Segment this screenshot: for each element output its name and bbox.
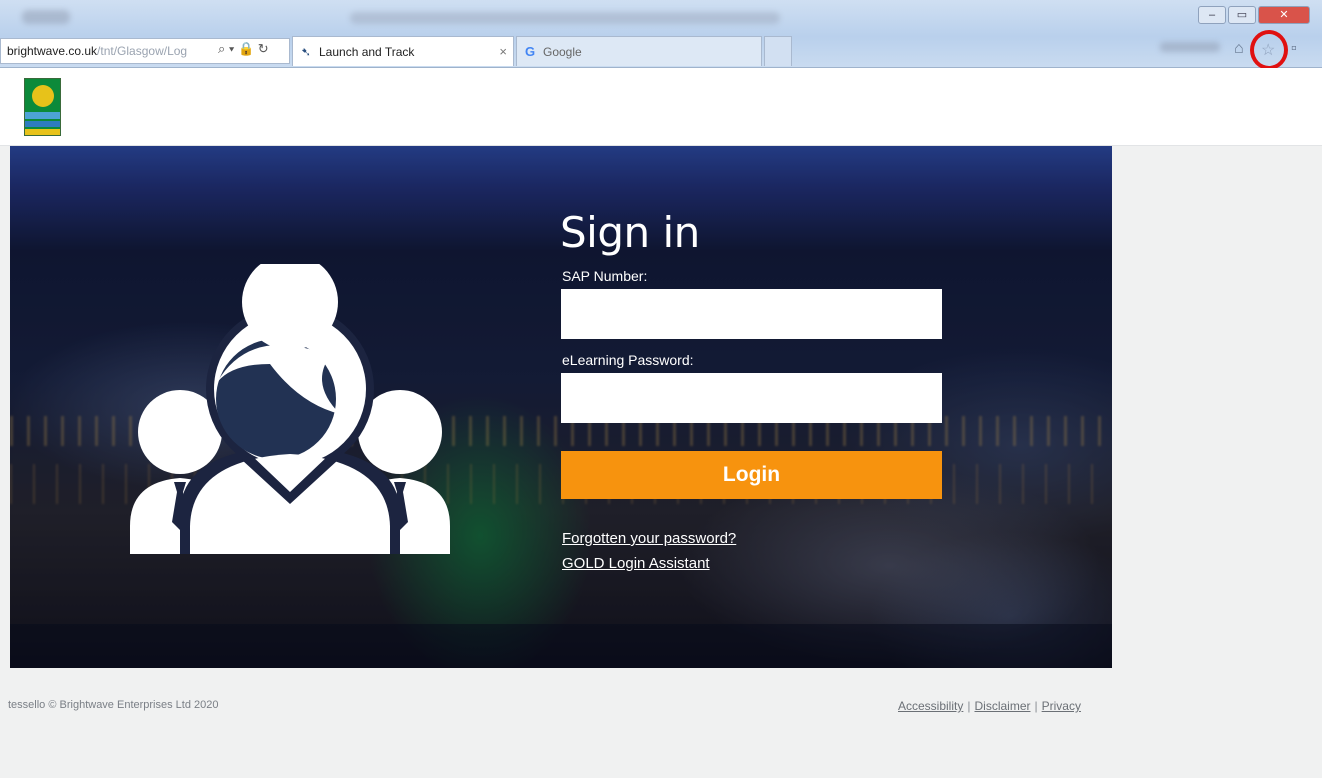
site-header: [0, 68, 1322, 146]
login-hero: Sign in SAP Number: eLearning Password: …: [10, 146, 1112, 668]
maximize-button[interactable]: ▭: [1228, 6, 1256, 24]
tab-launch-and-track[interactable]: ➷ Launch and Track ×: [292, 36, 514, 66]
footer-copyright: tessello © Brightwave Enterprises Ltd 20…: [8, 699, 219, 711]
sap-number-field[interactable]: [561, 289, 942, 339]
footer-separator: |: [1034, 699, 1038, 713]
gear-icon[interactable]: ▫: [1291, 40, 1297, 58]
window-title-blurred: [350, 12, 780, 24]
password-field[interactable]: [561, 373, 942, 423]
nav-buttons-blurred: [22, 10, 70, 24]
toolbar-blurred: [1160, 42, 1220, 52]
logo-emblem-icon: [32, 85, 54, 107]
logo-band: [25, 121, 60, 127]
privacy-link[interactable]: Privacy: [1042, 699, 1081, 713]
footer-separator: |: [967, 699, 971, 713]
tab-label: Google: [543, 45, 582, 59]
sap-number-label: SAP Number:: [562, 268, 648, 284]
address-bar-icons[interactable]: ⌕ ▾ 🔒 ↻: [214, 41, 269, 57]
window-controls: – ▭ ✕: [1198, 6, 1314, 26]
new-tab-button[interactable]: [764, 36, 792, 66]
google-favicon-icon: G: [525, 44, 536, 59]
address-url: brightwave.co.uk: [7, 44, 98, 58]
login-button[interactable]: Login: [561, 451, 942, 499]
tab-close-icon[interactable]: ×: [499, 44, 507, 59]
logo-band: [25, 112, 60, 119]
close-window-button[interactable]: ✕: [1258, 6, 1310, 24]
password-label: eLearning Password:: [562, 352, 694, 368]
tab-google[interactable]: G Google: [516, 36, 762, 66]
accessibility-link[interactable]: Accessibility: [898, 699, 963, 713]
page-title: Sign in: [560, 208, 700, 257]
glasgow-council-logo[interactable]: [24, 78, 61, 136]
minimize-button[interactable]: –: [1198, 6, 1226, 24]
tab-favicon-icon: ➷: [301, 45, 312, 59]
forgot-password-link[interactable]: Forgotten your password?: [562, 530, 736, 547]
tab-label: Launch and Track: [319, 45, 415, 59]
address-url-path: /tnt/Glasgow/Log: [97, 44, 188, 58]
users-group-icon: [130, 264, 450, 554]
browser-chrome: brightwave.co.uk/tnt/Glasgow/Log ⌕ ▾ 🔒 ↻…: [0, 0, 1322, 68]
gold-login-assistant-link[interactable]: GOLD Login Assistant: [562, 555, 710, 572]
footer-links: Accessibility | Disclaimer | Privacy: [898, 699, 1081, 713]
home-icon[interactable]: ⌂: [1234, 40, 1244, 58]
favorites-highlight-circle: [1250, 30, 1288, 70]
disclaimer-link[interactable]: Disclaimer: [974, 699, 1030, 713]
logo-band: [25, 129, 60, 135]
